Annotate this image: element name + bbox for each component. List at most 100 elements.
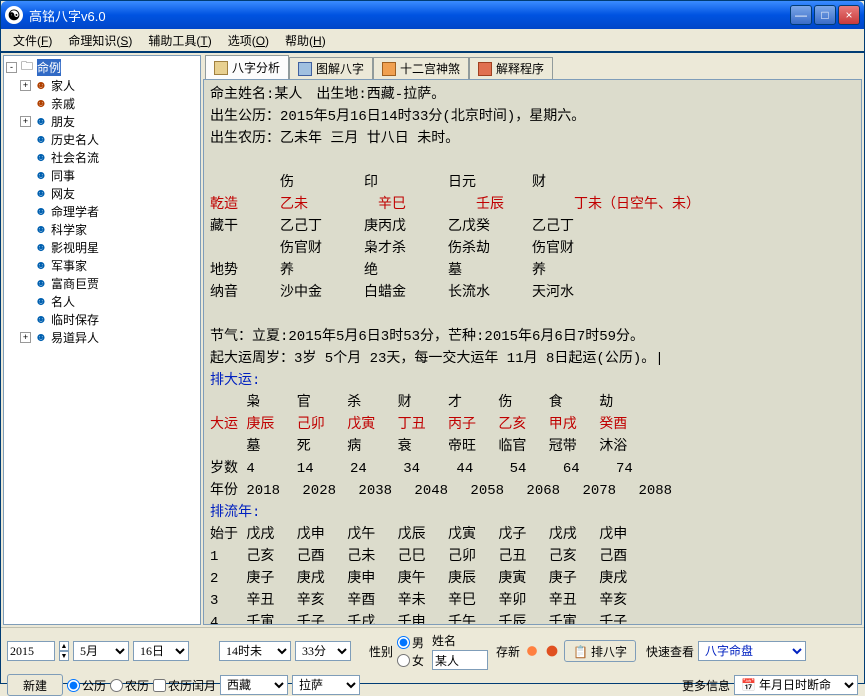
name-label: 姓名 [432,632,488,649]
tree-item[interactable]: +☻家人 [6,76,198,94]
tree-panel[interactable]: - 🗀 命例 +☻家人☻亲戚+☻朋友☻历史名人☻社会名流☻同事☻网友☻命理学者☻… [3,55,201,625]
tab-shiergong-icon [382,62,396,76]
menubar: 文件(F) 命理知识(S) 辅助工具(T) 选项(O) 帮助(H) [1,29,864,53]
tree-item-label[interactable]: 命理学者 [51,203,99,220]
app-icon: ☯ [5,6,23,24]
save-new-label: 存新 [496,643,520,660]
tree-item-label[interactable]: 家人 [51,77,75,94]
month-select[interactable]: 5月 [73,641,129,661]
moreinfo-select[interactable]: 📅 年月日时断命 [734,675,858,695]
person-icon: ☻ [33,330,49,344]
quickview-label: 快速查看 [646,643,694,660]
gender-male-radio[interactable]: 男 [397,634,424,651]
pailiunian-label: 排流年: [210,505,260,521]
tree-toggle[interactable]: + [20,116,31,127]
tree-toggle[interactable]: + [20,80,31,91]
tree-item[interactable]: ☻亲戚 [6,94,198,112]
name-input[interactable] [432,650,488,670]
year-up[interactable]: ▲ [59,641,69,651]
tree-item-label[interactable]: 富商巨贾 [51,275,99,292]
paibazi-button[interactable]: 📋 排八字 [564,640,636,662]
person-icon: ☻ [33,186,49,200]
menu-file[interactable]: 文件(F) [7,30,58,51]
tree-item-label[interactable]: 科学家 [51,221,87,238]
tab-tujie-bazi[interactable]: 图解八字 [289,57,373,79]
year-input[interactable] [7,641,55,661]
folder-icon: 🗀 [19,60,35,74]
dayun-label: 大运 [210,417,238,433]
tab-shiergong[interactable]: 十二宫神煞 [373,57,469,79]
tree-item[interactable]: +☻朋友 [6,112,198,130]
titlebar: ☯ 高铭八字v6.0 — □ × [1,1,864,29]
tree-item[interactable]: ☻命理学者 [6,202,198,220]
tree-item[interactable]: ☻临时保存 [6,310,198,328]
savenew-icon-2[interactable] [544,643,560,659]
tab-jieshi[interactable]: 解释程序 [469,57,553,79]
tab-analysis-icon [214,61,228,75]
person-icon: ☻ [33,78,49,92]
minimize-button[interactable]: — [790,5,812,25]
tab-jieshi-icon [478,62,492,76]
menu-mingli[interactable]: 命理知识(S) [62,30,138,51]
tree-item[interactable]: ☻影视明星 [6,238,198,256]
menu-tools[interactable]: 辅助工具(T) [142,30,217,51]
tree-item-label[interactable]: 易道异人 [51,329,99,346]
person-icon: ☻ [33,222,49,236]
analysis-text[interactable]: 命主姓名:某人 出生地:西藏-拉萨。 出生公历：2015年5月16日14时33分… [204,80,861,624]
province-select[interactable]: 西藏 [220,675,288,695]
nonglirun-check[interactable]: 农历闰月 [153,677,216,694]
menu-help[interactable]: 帮助(H) [279,30,332,51]
tree-item-label[interactable]: 同事 [51,167,75,184]
hour-select[interactable]: 14时未 [219,641,291,661]
tree-item[interactable]: ☻军事家 [6,256,198,274]
tab-bazi-analysis[interactable]: 八字分析 [205,55,289,79]
tree-item[interactable]: ☻网友 [6,184,198,202]
person-icon: ☻ [33,276,49,290]
tree-item-label[interactable]: 亲戚 [51,95,75,112]
paidayun-label: 排大运: [210,373,260,389]
menu-options[interactable]: 选项(O) [222,30,275,51]
tree-toggle[interactable]: + [20,332,31,343]
person-icon: ☻ [33,132,49,146]
tree-item[interactable]: ☻名人 [6,292,198,310]
tree-item[interactable]: ☻科学家 [6,220,198,238]
tree-root-label[interactable]: 命例 [37,59,61,76]
person-icon: ☻ [33,114,49,128]
minute-select[interactable]: 33分 [295,641,351,661]
gender-female-radio[interactable]: 女 [397,652,424,669]
maximize-button[interactable]: □ [814,5,836,25]
tree-item-label[interactable]: 名人 [51,293,75,310]
year-down[interactable]: ▼ [59,651,69,661]
window-title: 高铭八字v6.0 [29,6,790,25]
nongli-radio[interactable]: 农历 [110,677,149,694]
moreinfo-label: 更多信息 [682,677,730,694]
quickview-select[interactable]: 八字命盘 [698,641,806,661]
person-icon: ☻ [33,240,49,254]
tree-item[interactable]: ☻社会名流 [6,148,198,166]
tree-item-label[interactable]: 历史名人 [51,131,99,148]
tree-item[interactable]: +☻易道异人 [6,328,198,346]
city-select[interactable]: 拉萨 [292,675,360,695]
tree-item[interactable]: ☻同事 [6,166,198,184]
person-icon: ☻ [33,168,49,182]
tree-item[interactable]: ☻历史名人 [6,130,198,148]
tree-item-label[interactable]: 社会名流 [51,149,99,166]
analysis-panel: 命主姓名:某人 出生地:西藏-拉萨。 出生公历：2015年5月16日14时33分… [203,79,862,625]
tree-item-label[interactable]: 影视明星 [51,239,99,256]
tree-item-label[interactable]: 朋友 [51,113,75,130]
tree-item-label[interactable]: 军事家 [51,257,87,274]
tab-tujie-icon [298,62,312,76]
savenew-icon[interactable] [524,643,540,659]
person-icon: ☻ [33,204,49,218]
new-button[interactable]: 新建 [7,674,63,696]
tree-item-label[interactable]: 临时保存 [51,311,99,328]
tree-toggle-root[interactable]: - [6,62,17,73]
tree-item-label[interactable]: 网友 [51,185,75,202]
tabs: 八字分析 图解八字 十二宫神煞 解释程序 [203,55,862,79]
bottombar: ▲ ▼ 5月 16日 14时未 33分 性别 男 女 姓名 存新 📋 排八字 快… [1,627,864,683]
person-icon: ☻ [33,96,49,110]
gongli-radio[interactable]: 公历 [67,677,106,694]
close-button[interactable]: × [838,5,860,25]
day-select[interactable]: 16日 [133,641,189,661]
tree-item[interactable]: ☻富商巨贾 [6,274,198,292]
